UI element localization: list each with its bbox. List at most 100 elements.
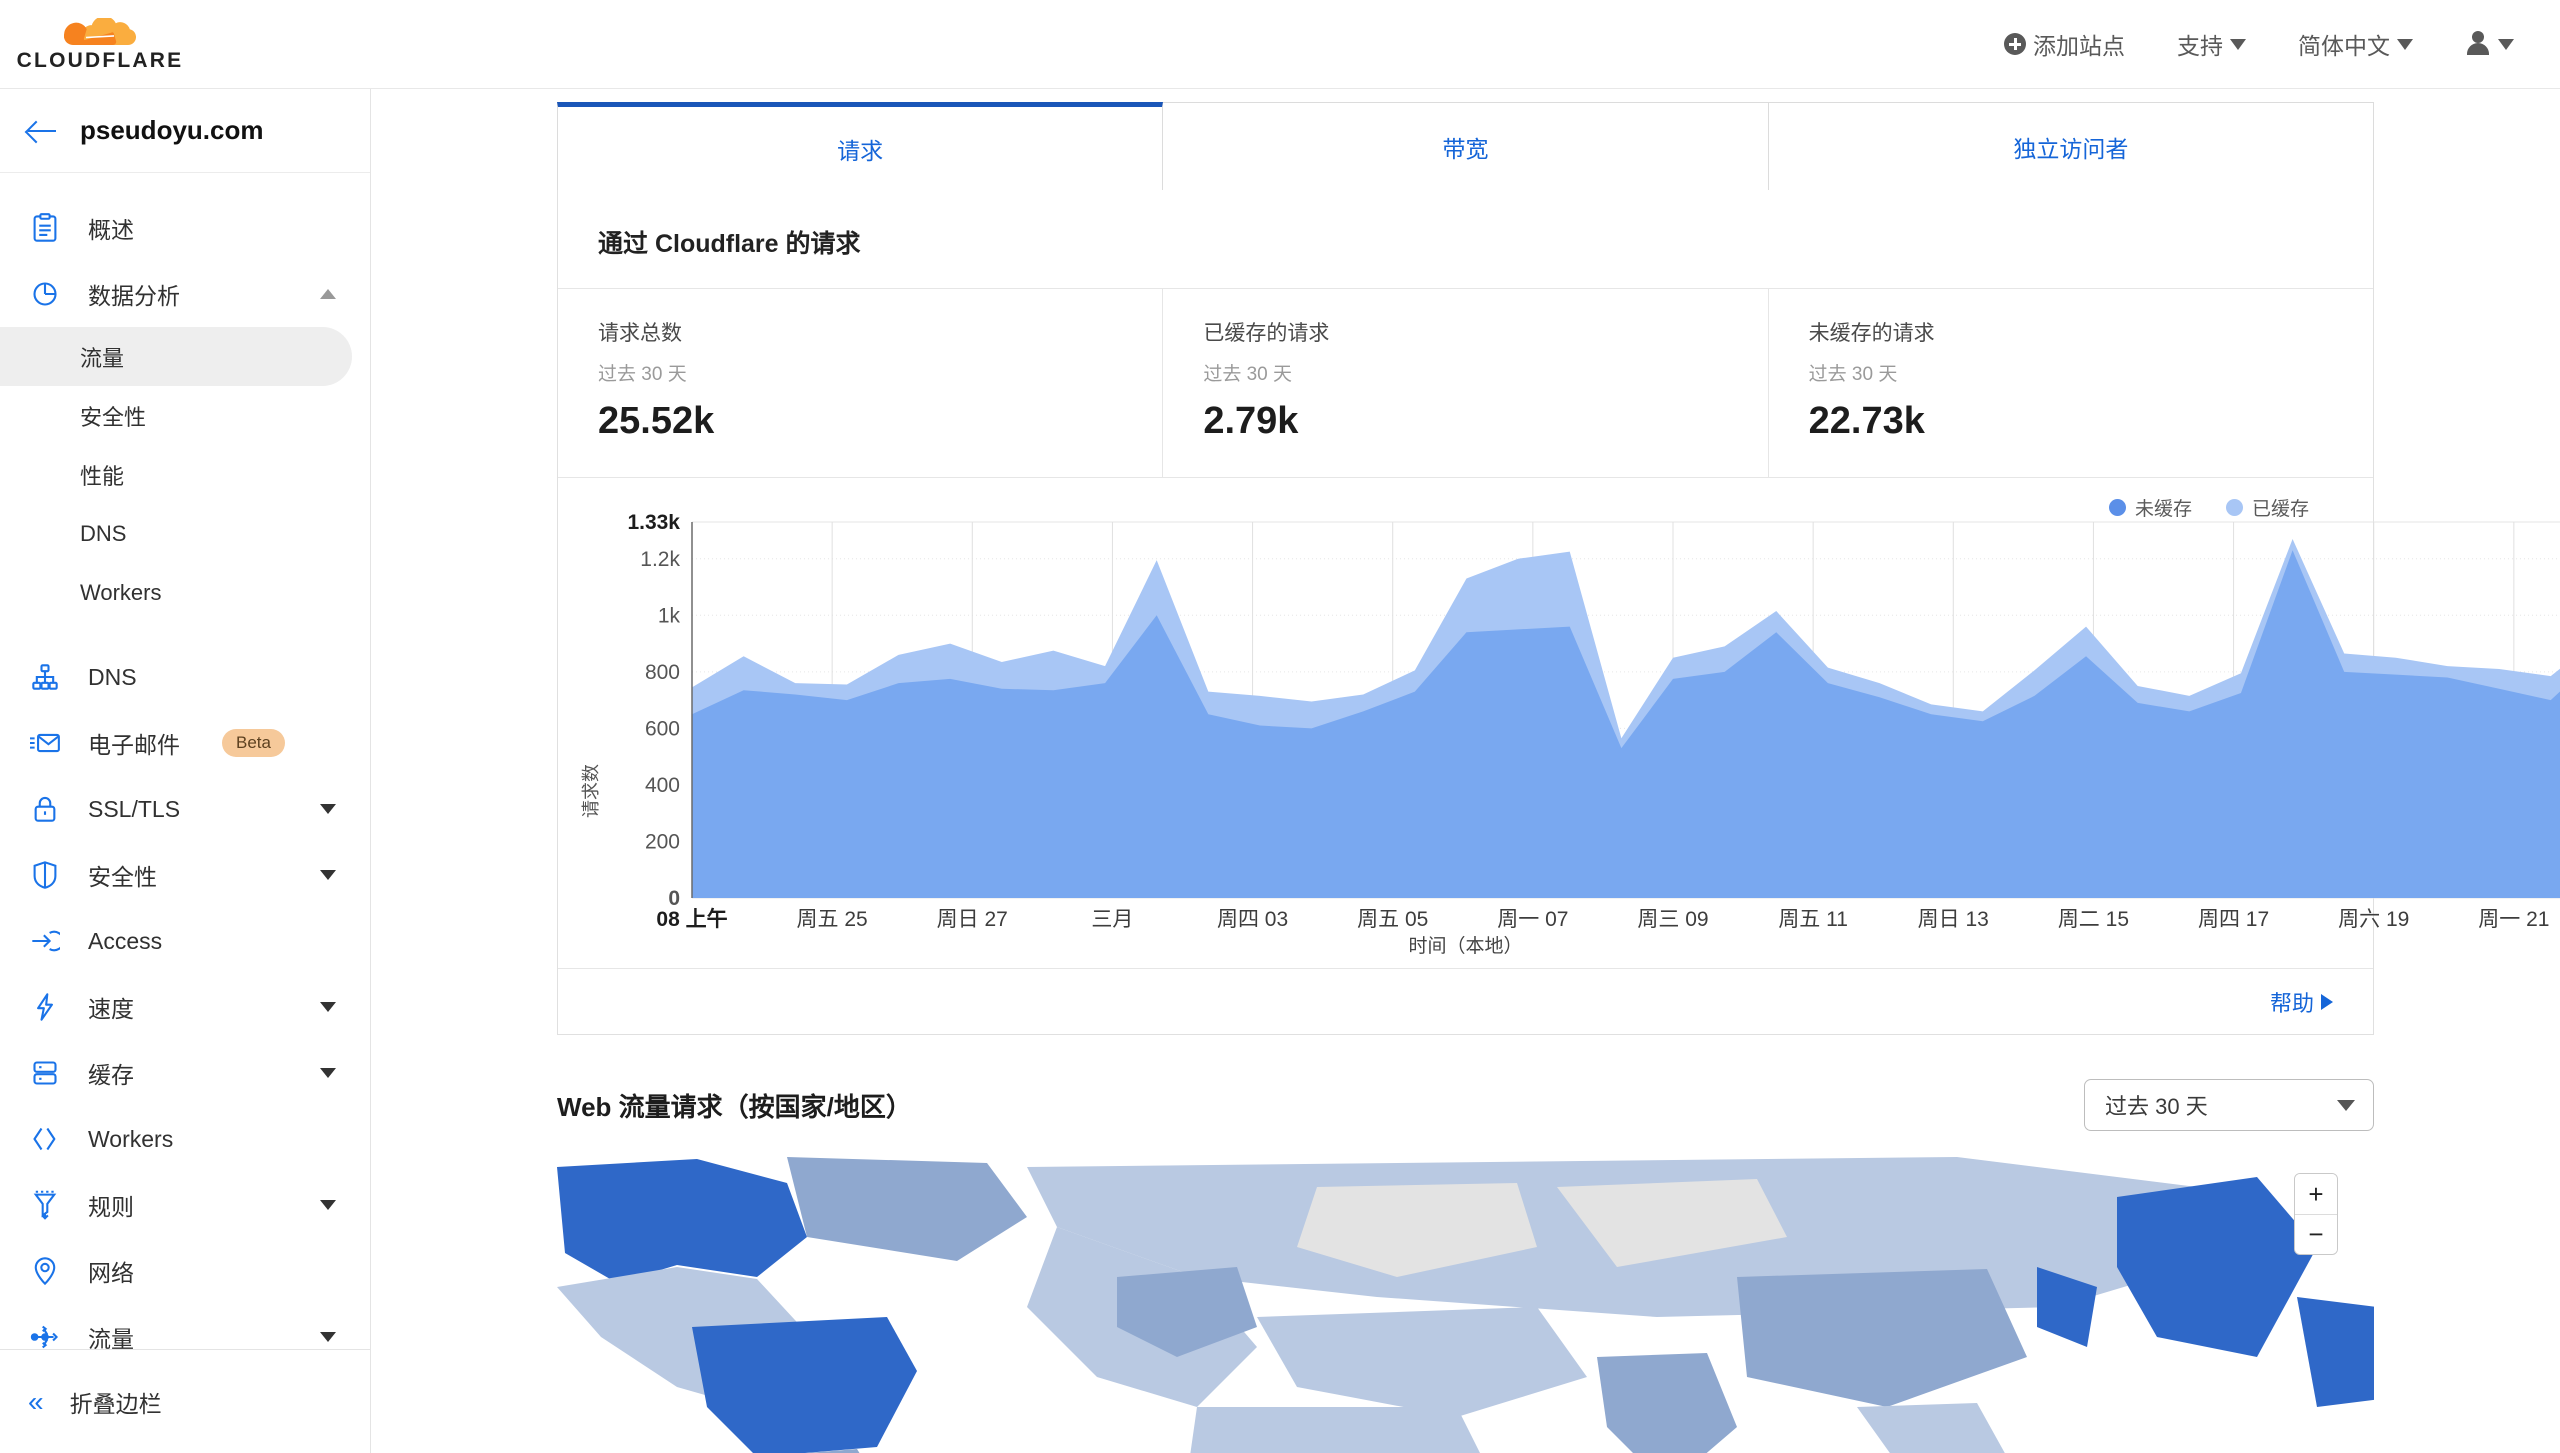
sidebar-item-overview[interactable]: 概述	[0, 195, 370, 261]
map-zoom-in-button[interactable]: +	[2295, 1174, 2337, 1214]
sidebar-item-dns[interactable]: DNS	[0, 644, 370, 710]
svg-text:周日 13: 周日 13	[1918, 908, 1989, 931]
sidebar-subitem-label: 流量	[80, 345, 125, 371]
tab-bandwidth[interactable]: 带宽	[1163, 102, 1769, 190]
sidebar-item-cache[interactable]: 缓存	[0, 1040, 370, 1106]
chevron-down-icon	[2397, 38, 2413, 50]
bolt-icon	[28, 990, 62, 1024]
svg-text:周一 21: 周一 21	[2478, 908, 2549, 931]
stat-period: 过去 30 天	[1808, 364, 1898, 385]
stat-uncached-requests: 未缓存的请求 过去 30 天 22.73k	[1767, 289, 2373, 477]
sidebar-item-security[interactable]: 安全性	[0, 842, 370, 908]
help-label: 帮助	[2269, 990, 2314, 1016]
sidebar-item-speed[interactable]: 速度	[0, 974, 370, 1040]
workers-icon	[28, 1122, 62, 1156]
sidebar-item-ssl-tls[interactable]: SSL/TLS	[0, 776, 370, 842]
sidebar-item-label: 安全性	[88, 864, 157, 890]
svg-text:400: 400	[645, 774, 680, 797]
world-traffic-map[interactable]: + −	[557, 1157, 2374, 1453]
back-arrow-icon[interactable]	[28, 120, 58, 142]
top-bar: CLOUDFLARE 添加站点 支持 简体中文	[0, 0, 2560, 89]
chevron-down-icon[interactable]	[320, 1068, 336, 1078]
sidebar-subitem-label: Workers	[80, 579, 162, 605]
stat-label: 已缓存的请求	[1203, 322, 1330, 345]
svg-text:08 上午: 08 上午	[656, 907, 727, 931]
help-link[interactable]: 帮助	[2270, 986, 2333, 1018]
sidebar-subitem-workers[interactable]: Workers	[0, 563, 352, 622]
sidebar-subitem-performance[interactable]: 性能	[0, 445, 352, 504]
svg-text:800: 800	[645, 661, 680, 684]
chevron-down-icon[interactable]	[320, 1332, 336, 1342]
shield-icon	[28, 858, 62, 892]
stat-value: 22.73k	[1808, 400, 1925, 442]
avatar-icon	[2465, 31, 2491, 57]
tab-label: 独立访问者	[2013, 135, 2129, 162]
support-label: 支持	[2177, 33, 2223, 59]
map-canvas	[557, 1157, 2374, 1453]
sidebar-item-label: 速度	[88, 996, 134, 1022]
sidebar: pseudoyu.com 概述 数据分析 流量 安全性 性能 DNS Worke…	[0, 89, 371, 1453]
account-menu[interactable]	[2465, 31, 2514, 57]
funnel-icon	[28, 1188, 62, 1222]
tab-label: 请求	[837, 137, 884, 164]
sidebar-subitem-dns[interactable]: DNS	[0, 504, 352, 563]
sidebar-subitem-traffic[interactable]: 流量	[0, 327, 352, 386]
svg-text:周五 05: 周五 05	[1357, 908, 1428, 931]
map-section-title: Web 流量请求（按国家/地区）	[557, 1091, 912, 1122]
date-range-select[interactable]: 过去 30 天	[2084, 1079, 2374, 1131]
chevron-down-icon[interactable]	[320, 804, 336, 814]
svg-text:1.2k: 1.2k	[640, 548, 680, 571]
add-site-button[interactable]: 添加站点	[2004, 27, 2125, 61]
sidebar-item-rules[interactable]: 规则	[0, 1172, 370, 1238]
language-menu[interactable]: 简体中文	[2298, 27, 2413, 61]
svg-text:600: 600	[645, 717, 680, 740]
stat-period: 过去 30 天	[1203, 364, 1293, 385]
svg-text:周四 03: 周四 03	[1217, 908, 1288, 931]
sidebar-subitem-security[interactable]: 安全性	[0, 386, 352, 445]
tab-unique-visitors[interactable]: 独立访问者	[1768, 102, 2374, 190]
svg-text:0: 0	[668, 887, 680, 910]
chart-x-axis-label: 时间（本地）	[1408, 936, 1523, 957]
sidebar-item-email[interactable]: 电子邮件 Beta	[0, 710, 370, 776]
date-range-value: 过去 30 天	[2105, 1094, 2208, 1119]
chevron-down-icon[interactable]	[320, 870, 336, 880]
requests-card: 通过 Cloudflare 的请求 请求总数 过去 30 天 25.52k 已缓…	[557, 190, 2560, 1035]
tab-requests[interactable]: 请求	[557, 102, 1164, 190]
collapse-sidebar-button[interactable]: « 折叠边栏	[0, 1349, 370, 1453]
double-chevron-left-icon: «	[28, 1385, 44, 1417]
map-zoom-controls: + −	[2294, 1173, 2338, 1255]
chevron-down-icon[interactable]	[320, 1200, 336, 1210]
plus-circle-icon	[2004, 33, 2026, 55]
svg-text:周五 25: 周五 25	[797, 908, 868, 931]
svg-text:周六 19: 周六 19	[2338, 908, 2409, 931]
chevron-down-icon[interactable]	[320, 1002, 336, 1012]
stat-value: 2.79k	[1203, 400, 1299, 442]
svg-text:周五 11: 周五 11	[1778, 908, 1848, 931]
support-menu[interactable]: 支持	[2177, 27, 2246, 61]
sidebar-item-analytics[interactable]: 数据分析	[0, 261, 370, 327]
cache-icon	[28, 1056, 62, 1090]
stats-row: 请求总数 过去 30 天 25.52k 已缓存的请求 过去 30 天 2.79k…	[558, 288, 2373, 478]
sidebar-item-network[interactable]: 网络	[0, 1238, 370, 1304]
svg-text:三月: 三月	[1091, 908, 1133, 931]
main-content: 请求 带宽 独立访问者 通过 Cloudflare 的请求 请求总数 过去 30…	[371, 89, 2560, 1453]
svg-text:1k: 1k	[658, 604, 681, 627]
map-zoom-out-button[interactable]: −	[2295, 1214, 2337, 1254]
clipboard-icon	[28, 211, 62, 245]
analytics-tabs: 请求 带宽 独立访问者	[557, 102, 2374, 190]
sidebar-item-label: SSL/TLS	[88, 795, 181, 822]
sidebar-item-access[interactable]: Access	[0, 908, 370, 974]
triangle-right-icon	[2321, 993, 2333, 1010]
svg-text:200: 200	[645, 830, 680, 853]
cloudflare-logo[interactable]: CLOUDFLARE	[17, 15, 181, 71]
sidebar-item-label: Access	[88, 927, 163, 954]
chevron-up-icon[interactable]	[320, 289, 336, 299]
chevron-down-icon	[2498, 38, 2514, 50]
sidebar-item-label: 电子邮件	[88, 732, 180, 758]
sidebar-subitem-label: 性能	[80, 463, 125, 489]
sidebar-item-workers[interactable]: Workers	[0, 1106, 370, 1172]
cloudflare-cloud-icon	[63, 15, 137, 48]
map-section-header: Web 流量请求（按国家/地区） 过去 30 天	[557, 1079, 2374, 1131]
collapse-sidebar-label: 折叠边栏	[69, 1390, 162, 1417]
sidebar-item-label: 缓存	[88, 1062, 134, 1088]
